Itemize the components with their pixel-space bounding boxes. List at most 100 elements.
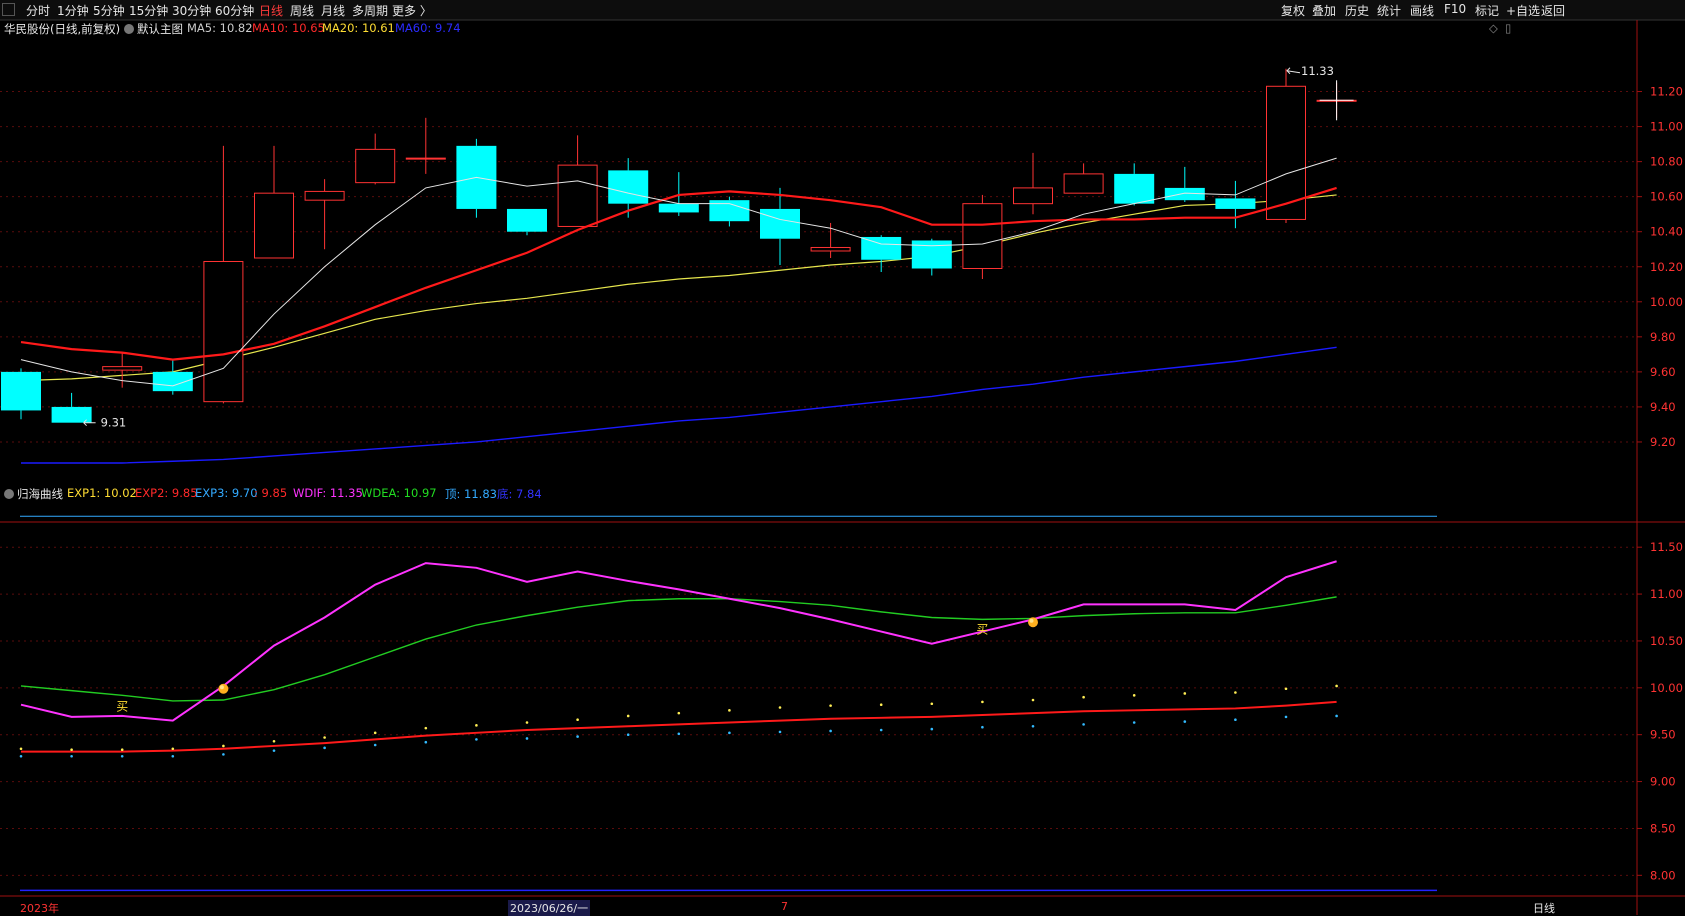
exp1-dot	[778, 706, 782, 709]
exp3-dot	[171, 754, 175, 758]
candle-body	[355, 148, 396, 184]
candle	[1164, 166, 1205, 202]
exp3-dot	[1234, 718, 1237, 721]
candle	[456, 138, 497, 218]
main-axis-label: 11.00	[1650, 120, 1683, 134]
main-axis-label: 9.60	[1650, 365, 1676, 379]
exp2-line	[21, 700, 1337, 753]
exp3-dot	[1132, 721, 1136, 724]
exp3-dot	[70, 754, 73, 758]
candle	[355, 133, 396, 185]
candle	[962, 194, 1003, 280]
main-axis-label: 10.60	[1650, 190, 1683, 204]
sub-axis-label: 10.00	[1650, 681, 1683, 695]
main-axis-label: 10.40	[1650, 225, 1683, 239]
candle-body	[405, 157, 446, 160]
exp1-dot	[1234, 691, 1237, 694]
exp3-dot	[879, 728, 883, 732]
gold-coin-shine	[219, 685, 224, 690]
exp1-dot	[120, 748, 124, 751]
exp3-dot	[576, 735, 579, 738]
exp3-dot	[222, 753, 225, 756]
exp3-dot	[1284, 715, 1288, 719]
candle	[1215, 180, 1256, 229]
exp3-dot	[981, 725, 984, 729]
exp1-dot	[930, 702, 934, 706]
candle	[1114, 163, 1155, 206]
exp3-dot	[272, 749, 276, 752]
candle-body	[962, 203, 1003, 270]
main-axis-label: 11.20	[1650, 85, 1683, 99]
exp1-dot	[1183, 692, 1187, 695]
candle-body	[507, 208, 547, 232]
exp3-dot	[373, 743, 377, 747]
exp3-dot	[626, 733, 630, 736]
exp3-dot	[728, 731, 731, 735]
gold-coin-body	[218, 683, 229, 694]
candle	[507, 208, 547, 236]
exp1-dot	[626, 714, 630, 718]
candle-body	[658, 203, 699, 213]
exp1-dot	[373, 731, 377, 735]
sub-axis-label: 10.50	[1650, 634, 1683, 648]
exp3-dot	[677, 732, 681, 736]
exp1-dot	[19, 747, 23, 751]
exp3-dot	[475, 738, 478, 741]
exp1-dot	[576, 718, 579, 721]
sub-axis-label: 9.50	[1650, 728, 1676, 742]
high-mark-arrow	[1286, 67, 1301, 75]
exp1-dot	[1082, 695, 1085, 699]
exp3-dot	[1183, 720, 1187, 723]
exp1-dot	[1031, 698, 1035, 702]
exp1-dot	[829, 704, 832, 707]
main-axis-label: 10.20	[1650, 260, 1683, 274]
main-axis-label: 9.40	[1650, 400, 1676, 414]
gold-coin-icon	[218, 683, 229, 694]
exp1-dot	[981, 700, 984, 704]
candle-body	[557, 164, 598, 227]
exp3-dot	[930, 727, 934, 731]
exp1-dot	[879, 703, 883, 706]
candle	[1063, 163, 1104, 194]
exp3-dot	[323, 746, 326, 750]
candle-body	[102, 366, 143, 371]
exp3-dot	[120, 754, 124, 758]
gold-coin-icon	[1028, 617, 1038, 628]
sub-axis-label: 8.50	[1650, 821, 1676, 835]
candle	[51, 392, 92, 423]
candle-body	[254, 192, 294, 259]
sub-axis-label: 8.00	[1650, 868, 1676, 882]
kline-chart[interactable]: 11.20 11.00 10.80 10.60 10.40 10.20 10.00 9.80 9…	[0, 0, 1685, 915]
candle	[203, 145, 244, 404]
buy-signal-label: 买	[116, 700, 128, 714]
main-axis-label: 9.80	[1650, 330, 1676, 344]
exp1-dot	[1335, 684, 1338, 688]
exp3-dot	[525, 737, 529, 740]
low-mark-label: 9.31	[101, 416, 127, 430]
exp1-dot	[171, 747, 175, 751]
candle	[1013, 152, 1053, 215]
exp1-dot	[424, 726, 428, 730]
main-axis-label: 9.20	[1650, 435, 1676, 449]
exp1-dot	[222, 744, 225, 748]
gold-coin-body	[1028, 617, 1038, 628]
candle	[254, 145, 294, 259]
candle-body	[861, 236, 902, 260]
candle-body	[304, 190, 345, 201]
wdea-line	[20, 596, 1337, 702]
candle-body	[1063, 173, 1104, 194]
candle	[304, 179, 345, 250]
exp3-dot	[1031, 724, 1035, 728]
candle-body	[911, 240, 952, 269]
exp3-dot	[829, 729, 832, 733]
candle-body	[810, 246, 851, 252]
exp1-dot	[1284, 687, 1288, 691]
candle-body	[1215, 198, 1256, 209]
buy-signal-label: 买	[976, 623, 988, 637]
exp1-dot	[677, 711, 681, 715]
exp1-dot	[728, 709, 731, 712]
exp1-dot	[1132, 694, 1136, 697]
candle-body	[608, 170, 649, 204]
main-axis-label: 10.80	[1650, 155, 1683, 169]
candle-body	[1114, 173, 1155, 204]
